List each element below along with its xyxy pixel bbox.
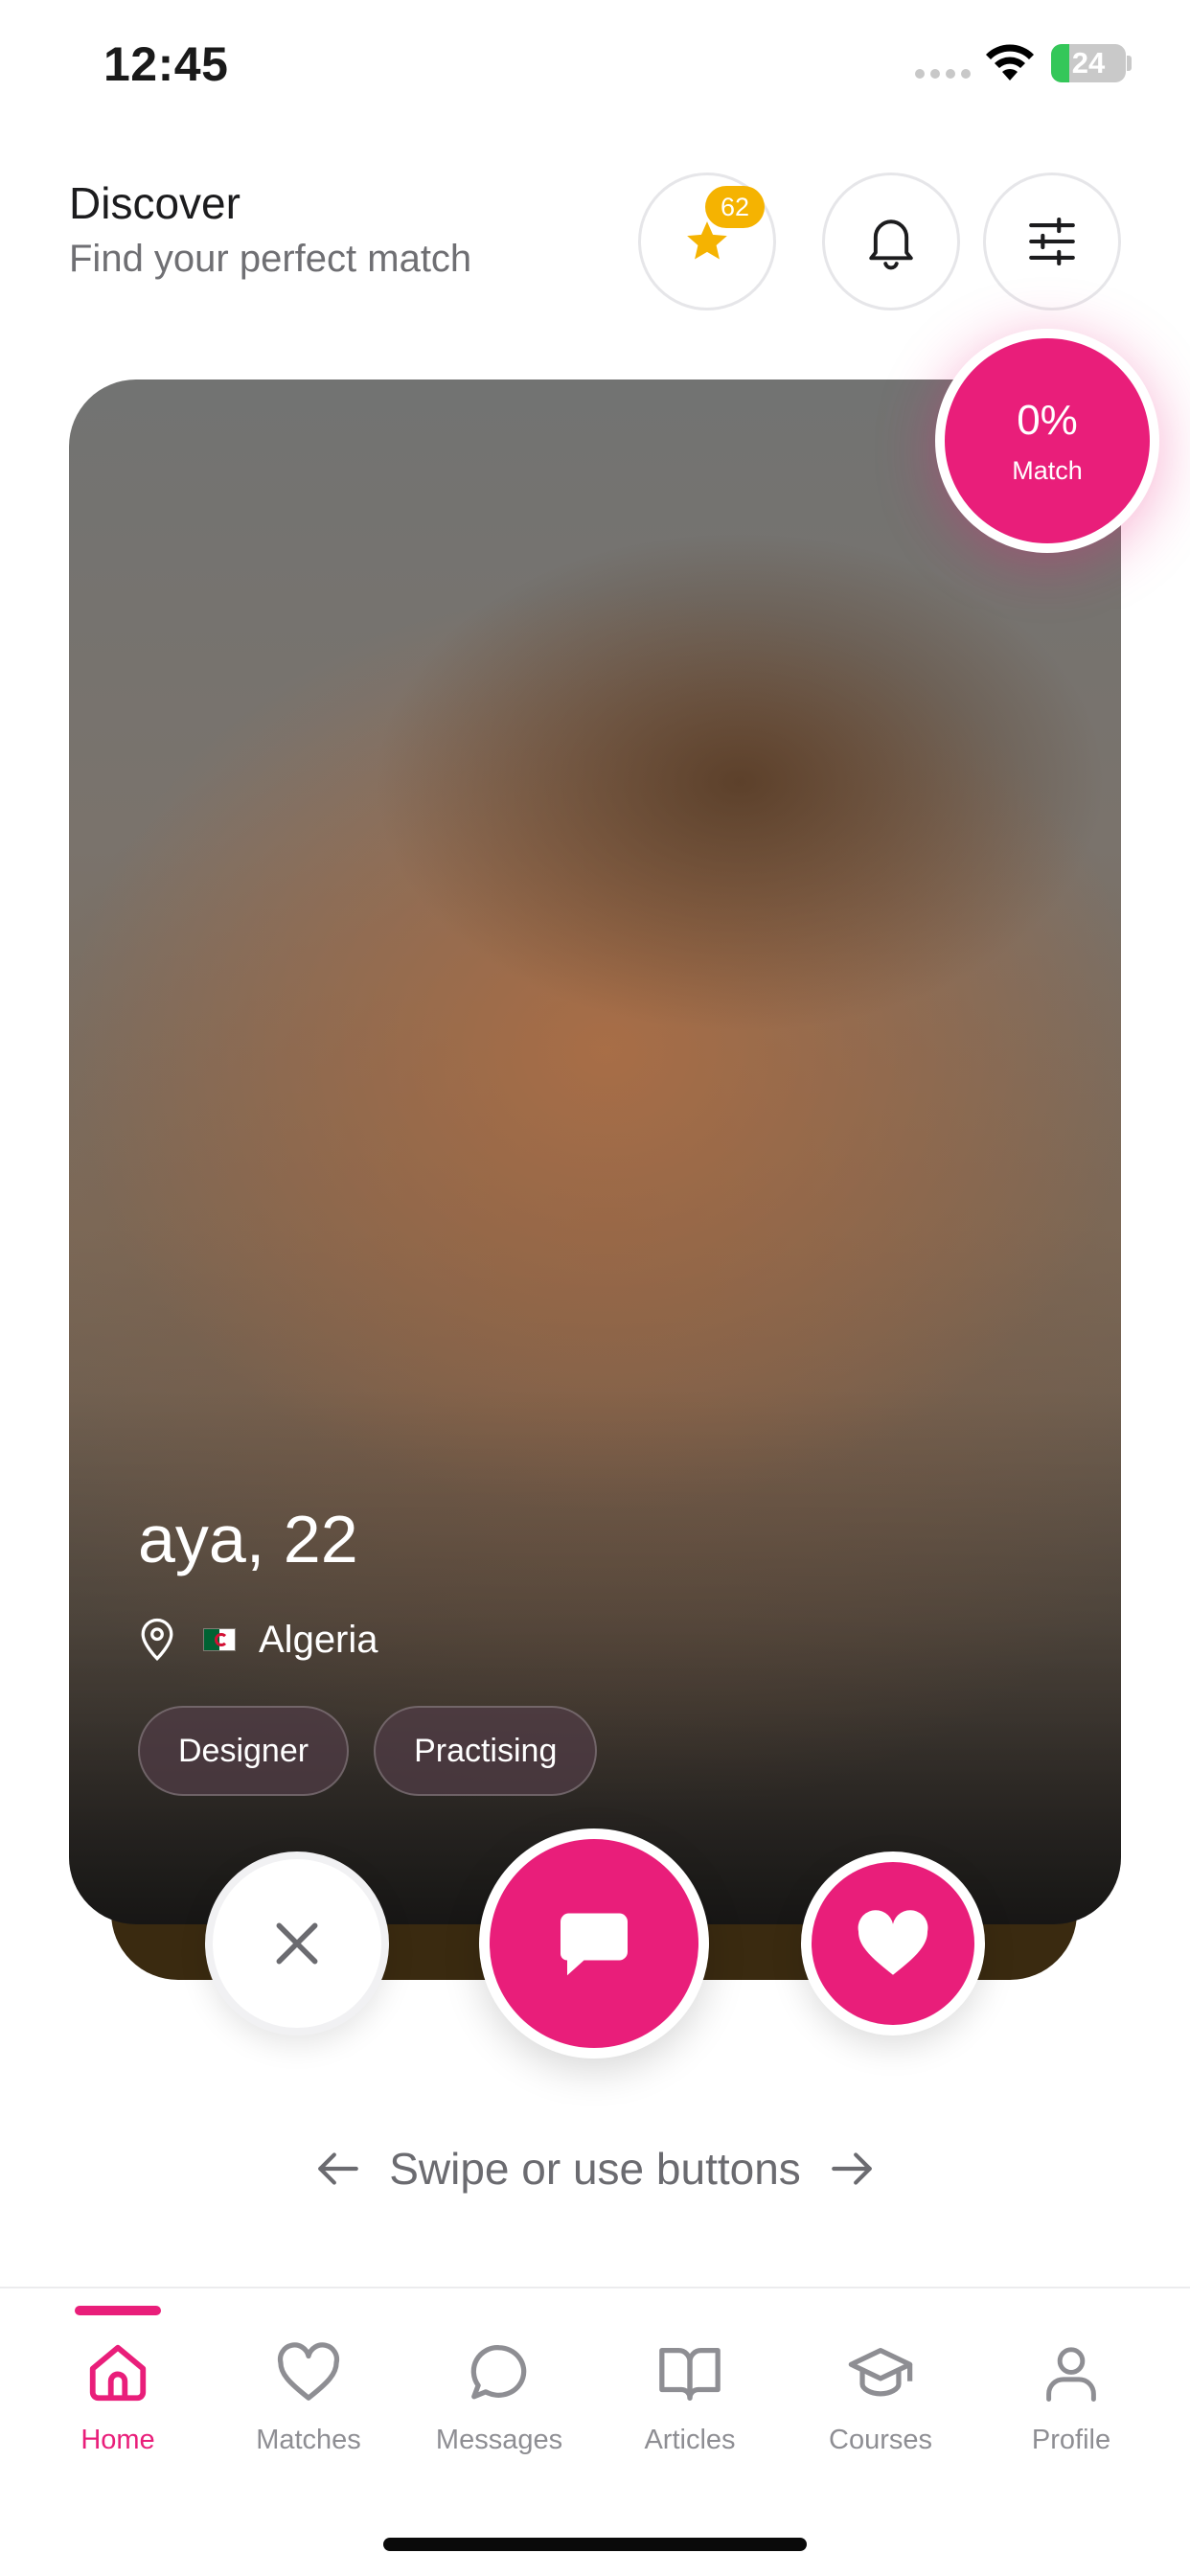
home-icon	[81, 2336, 154, 2409]
heart-icon	[858, 1910, 928, 1975]
tab-label: Home	[80, 2425, 155, 2455]
tab-courses[interactable]: Courses	[785, 2336, 976, 2456]
tab-home[interactable]: Home	[22, 2336, 214, 2456]
tab-label: Matches	[256, 2425, 361, 2455]
favorites-count-badge: 62	[705, 186, 765, 228]
location-text: Algeria	[259, 1618, 378, 1661]
status-bar: 12:45 24	[0, 0, 1190, 134]
match-score-badge: 0% Match	[935, 329, 1159, 553]
battery-icon: 24	[1051, 44, 1126, 82]
tag-chip: Practising	[374, 1706, 598, 1796]
tab-articles[interactable]: Articles	[594, 2336, 786, 2456]
tab-matches[interactable]: Matches	[213, 2336, 404, 2456]
chat-bubble-icon	[463, 2336, 536, 2409]
profile-location: Algeria	[138, 1618, 378, 1662]
bottom-tab-bar: Home Matches Messages Articles Courses P…	[0, 2287, 1190, 2576]
battery-percent: 24	[1071, 46, 1106, 80]
cellular-signal-icon	[915, 69, 971, 79]
swipe-hint-text: Swipe or use buttons	[389, 2144, 801, 2194]
heart-icon	[272, 2336, 345, 2409]
match-label: Match	[1012, 455, 1083, 485]
tab-label: Courses	[829, 2425, 932, 2455]
battery-cap	[1127, 56, 1132, 71]
tab-label: Articles	[644, 2425, 736, 2455]
profile-card[interactable]: aya, 22 Algeria Designer Practising	[69, 380, 1121, 1924]
bell-icon	[869, 219, 913, 270]
message-button[interactable]	[479, 1828, 709, 2058]
tab-profile[interactable]: Profile	[975, 2336, 1167, 2456]
algeria-flag-icon	[203, 1628, 236, 1651]
filters-button[interactable]	[983, 172, 1121, 310]
close-icon	[276, 1922, 318, 1965]
tab-messages[interactable]: Messages	[403, 2336, 595, 2456]
active-tab-indicator	[75, 2306, 161, 2315]
sliders-icon	[1029, 217, 1075, 266]
tab-label: Profile	[1031, 2425, 1111, 2455]
graduation-cap-icon	[844, 2336, 917, 2409]
match-percent: 0%	[1017, 396, 1078, 444]
page-title: Discover	[69, 178, 240, 228]
book-icon	[653, 2336, 726, 2409]
status-time: 12:45	[103, 37, 229, 91]
arrow-right-icon	[831, 2152, 872, 2185]
wifi-icon	[986, 44, 1034, 80]
swipe-hint: Swipe or use buttons	[0, 2143, 1190, 2195]
discover-screen: 12:45 24 Discover Find your perfect matc…	[0, 0, 1190, 2576]
like-button[interactable]	[801, 1852, 985, 2036]
tag-chip: Designer	[138, 1706, 350, 1796]
location-pin-icon	[141, 1618, 173, 1662]
notifications-button[interactable]	[822, 172, 960, 310]
page-subtitle: Find your perfect match	[69, 238, 472, 280]
tab-label: Messages	[435, 2425, 563, 2455]
person-icon	[1035, 2336, 1108, 2409]
profile-tags: Designer Practising	[138, 1706, 598, 1796]
chat-bubble-icon	[561, 1913, 628, 1976]
profile-name-age: aya, 22	[138, 1502, 358, 1576]
home-indicator	[383, 2538, 807, 2551]
pass-button[interactable]	[205, 1852, 389, 2036]
arrow-left-icon	[318, 2152, 359, 2185]
